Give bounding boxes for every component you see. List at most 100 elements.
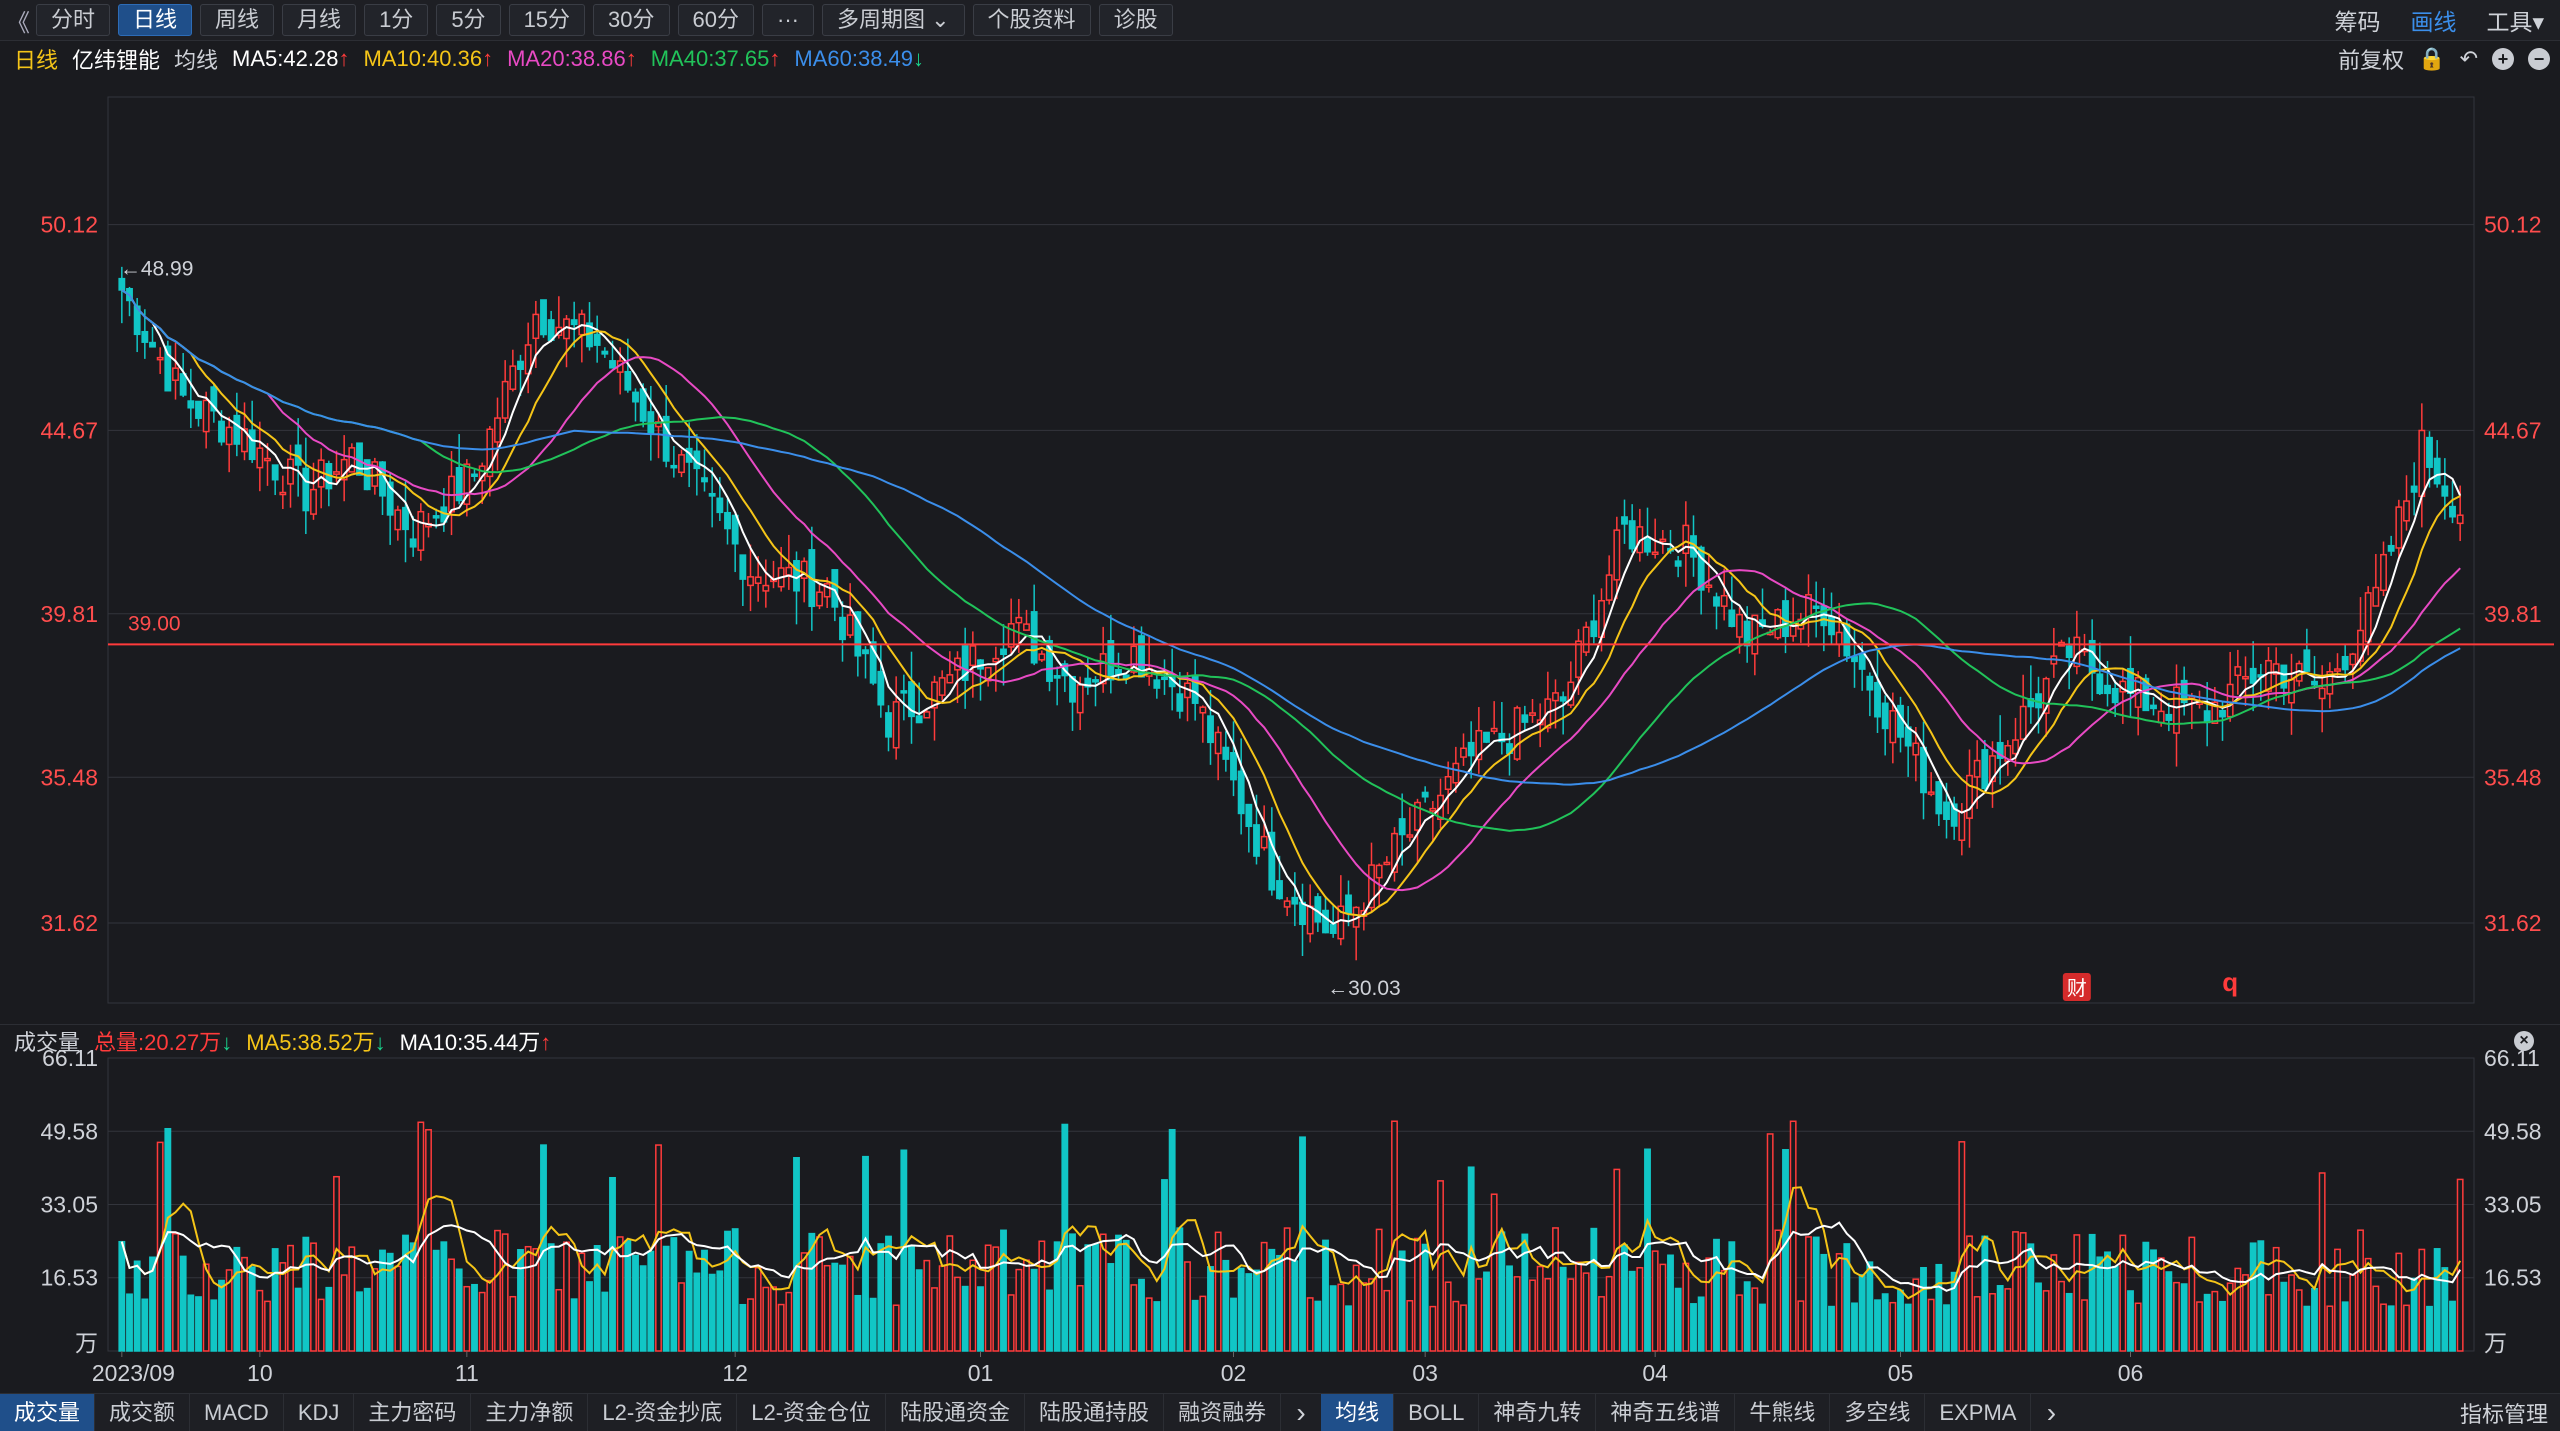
tab-left-2[interactable]: MACD xyxy=(190,1394,284,1431)
volume-bar xyxy=(2334,1248,2341,1352)
price-label-left: 31.62 xyxy=(40,910,98,936)
candle-body xyxy=(1276,880,1283,900)
tab-right-1[interactable]: BOLL xyxy=(1394,1394,1480,1431)
adjust-mode[interactable]: 前复权 xyxy=(2338,43,2404,75)
candle-body xyxy=(1751,614,1759,655)
tab-left-1[interactable]: 成交额 xyxy=(95,1394,191,1431)
candle-body xyxy=(862,649,869,655)
volume-bar xyxy=(1414,1237,1421,1352)
stock-name[interactable]: 亿纬锂能 xyxy=(72,43,160,75)
candle-body xyxy=(1858,652,1866,670)
candle-body xyxy=(1536,719,1544,726)
volume-bar xyxy=(2127,1290,2134,1352)
zoom-out-icon[interactable]: − xyxy=(2528,48,2550,70)
period-button-4[interactable]: 1分 xyxy=(364,4,429,36)
volume-label-left: 33.05 xyxy=(40,1192,98,1218)
volume-bar xyxy=(340,1274,348,1352)
period-button-11[interactable]: 个股资料 xyxy=(972,4,1091,36)
period-button-12[interactable]: 诊股 xyxy=(1098,4,1173,36)
candle-body xyxy=(2180,679,2188,704)
volume-bar xyxy=(2180,1283,2188,1352)
tab-right-2[interactable]: 神奇九转 xyxy=(1479,1394,1597,1431)
tab-left-6[interactable]: L2-资金抄底 xyxy=(588,1394,738,1431)
volume-bar xyxy=(1598,1296,1605,1352)
period-button-3[interactable]: 月线 xyxy=(282,4,357,36)
close-pane-icon[interactable]: × xyxy=(2514,1031,2534,1051)
volume-bar xyxy=(225,1269,233,1352)
volume-bar xyxy=(555,1288,563,1352)
candle-body xyxy=(754,576,762,584)
more-right-icon[interactable]: › xyxy=(2031,1397,2071,1429)
tab-right-5[interactable]: 多空线 xyxy=(1830,1394,1926,1431)
period-button-8[interactable]: 60分 xyxy=(677,4,755,36)
candle-body xyxy=(1513,707,1521,760)
kline-chart[interactable]: 50.12 50.12 44.67 44.67 39.81 39.81 35.48 35.48… xyxy=(0,0,2560,1430)
volume-bar xyxy=(1828,1305,1835,1352)
candle-body xyxy=(1958,811,1966,841)
candle-body xyxy=(747,576,754,587)
volume-label-left: 49.58 xyxy=(40,1118,98,1144)
draw-line-button[interactable]: 画线 xyxy=(2410,3,2456,37)
tab-left-10[interactable]: 融资融券 xyxy=(1164,1394,1282,1431)
period-button-5[interactable]: 5分 xyxy=(436,4,501,36)
volume-bar xyxy=(1322,1239,1329,1352)
tab-left-5[interactable]: 主力净额 xyxy=(471,1394,589,1431)
volume-bar xyxy=(2311,1287,2318,1352)
lock-icon[interactable]: 🔒 xyxy=(2418,46,2445,72)
volume-bar xyxy=(2050,1254,2058,1352)
candle-body xyxy=(1981,749,1989,790)
volume-bar xyxy=(1015,1268,1023,1352)
period-button-2[interactable]: 周线 xyxy=(200,4,275,36)
period-button-10[interactable]: 多周期图 ⌄ xyxy=(822,4,965,36)
zoom-in-icon[interactable]: + xyxy=(2492,48,2514,70)
tools-menu[interactable]: 工具▾ xyxy=(2486,3,2544,37)
tab-left-0[interactable]: 成交量 xyxy=(0,1394,96,1431)
candle-body xyxy=(2326,670,2334,695)
tab-left-9[interactable]: 陆股通持股 xyxy=(1025,1394,1165,1431)
tab-right-0[interactable]: 均线 xyxy=(1321,1394,1395,1431)
period-button-0[interactable]: 分时 xyxy=(36,4,111,36)
volume-bar xyxy=(1797,1300,1805,1352)
volume-bar xyxy=(1237,1267,1245,1352)
candle-body xyxy=(1713,596,1720,607)
tab-left-3[interactable]: KDJ xyxy=(284,1394,355,1431)
volume-bar xyxy=(432,1249,440,1352)
tab-left-4[interactable]: 主力密码 xyxy=(354,1394,472,1431)
tab-left-7[interactable]: L2-资金仓位 xyxy=(737,1394,887,1431)
candle-body xyxy=(1667,547,1674,552)
period-button-1[interactable]: 日线 xyxy=(118,4,193,36)
tab-right-3[interactable]: 神奇五线谱 xyxy=(1596,1394,1736,1431)
tab-left-8[interactable]: 陆股通资金 xyxy=(886,1394,1026,1431)
vol-ma5-line xyxy=(120,1186,2462,1300)
indicator-name[interactable]: 均线 xyxy=(174,43,218,75)
indicator-manage-button[interactable]: 指标管理 xyxy=(2460,1397,2548,1429)
volume-bar xyxy=(1314,1300,1322,1352)
volume-bar xyxy=(915,1269,923,1352)
candle-body xyxy=(1130,645,1138,673)
period-button-7[interactable]: 30分 xyxy=(593,4,670,36)
candle-body xyxy=(2004,745,2012,762)
candle-body xyxy=(785,566,793,576)
collapse-icon[interactable]: 《 xyxy=(0,3,36,38)
volume-bar xyxy=(1444,1281,1452,1352)
x-axis-label: 03 xyxy=(1412,1360,1438,1386)
period-button-6[interactable]: 15分 xyxy=(508,4,586,36)
chips-button[interactable]: 筹码 xyxy=(2334,3,2380,37)
candle-body xyxy=(1989,755,1996,783)
tab-right-6[interactable]: EXPMA xyxy=(1925,1394,2032,1431)
candle-body xyxy=(1299,901,1306,926)
volume-bar xyxy=(1812,1236,1820,1352)
more-left-icon[interactable]: › xyxy=(1281,1397,1321,1429)
price-label-left: 35.48 xyxy=(40,764,98,790)
volume-bar xyxy=(302,1236,310,1352)
volume-bar xyxy=(1421,1243,1429,1352)
volume-bar xyxy=(1682,1262,1690,1352)
period-toolbar: 《 分时 日线 周线 月线 1分 5分 15分 30分 60分 ··· 多周期图 ⌄ 个股资料 诊股 筹… xyxy=(0,0,2560,41)
candle-body xyxy=(578,313,586,336)
tab-right-4[interactable]: 牛熊线 xyxy=(1735,1394,1831,1431)
candle-body xyxy=(2311,680,2318,686)
undo-icon[interactable]: ↶ xyxy=(2460,46,2478,72)
period-button-9[interactable]: ··· xyxy=(762,4,814,36)
candle-body xyxy=(1851,656,1858,663)
candle-body xyxy=(2295,662,2303,682)
